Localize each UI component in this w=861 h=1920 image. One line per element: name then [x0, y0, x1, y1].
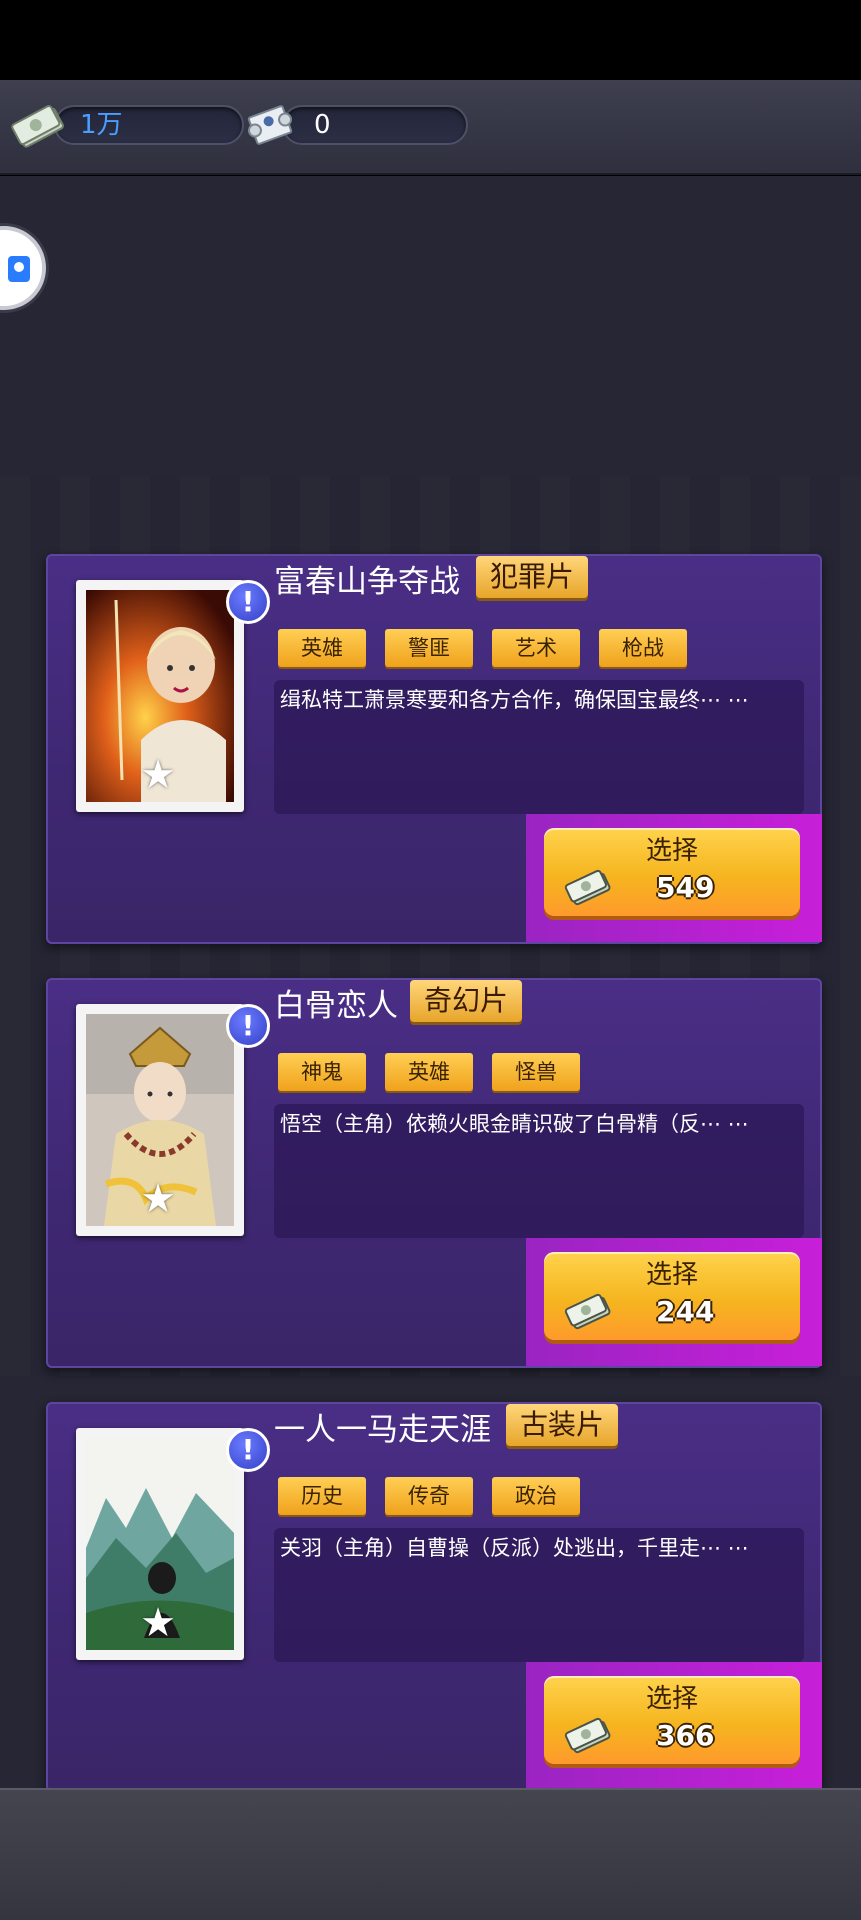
- tag: 英雄: [385, 1053, 473, 1091]
- info-alert-icon[interactable]: !: [226, 1004, 270, 1048]
- select-button[interactable]: 选择 366: [544, 1676, 800, 1764]
- tag: 政治: [492, 1477, 580, 1515]
- star-icon: ★: [140, 752, 176, 798]
- movie-title-row: 一人一马走天涯: [274, 1408, 491, 1452]
- cash-icon: [564, 1717, 611, 1754]
- movie-poster[interactable]: ★ !: [76, 1004, 270, 1236]
- movie-title: 富春山争夺战: [274, 564, 460, 600]
- select-button[interactable]: 选择 549: [544, 828, 800, 916]
- scripts-pill: [282, 105, 468, 145]
- cash-icon: [564, 869, 611, 906]
- movie-description: 悟空（主角）依赖火眼金睛识破了白骨精（反⋯ ⋯: [274, 1104, 804, 1238]
- select-price: 366: [656, 1719, 715, 1752]
- movie-title-row: 白骨恋人: [274, 984, 398, 1028]
- cash-icon: [564, 1293, 611, 1330]
- star-icon: ★: [140, 1176, 176, 1222]
- movie-title: 白骨恋人: [274, 988, 398, 1024]
- genre-badge: 古装片: [506, 1404, 619, 1446]
- select-price: 244: [656, 1295, 715, 1328]
- status-bar: [0, 0, 861, 80]
- select-frame: 选择 244: [526, 1238, 822, 1366]
- movie-select-panel: ★ ! 富春山争夺战 犯罪片 英雄 警匪 艺术 枪战 缉私特工萧景寒要和各方合作…: [0, 176, 861, 1788]
- tag: 艺术: [492, 629, 580, 667]
- resource-bar: 1万 0: [0, 80, 861, 175]
- select-frame: 选择 549: [526, 814, 822, 942]
- tag: 神鬼: [278, 1053, 366, 1091]
- tag: 英雄: [278, 629, 366, 667]
- info-alert-icon[interactable]: !: [226, 1428, 270, 1472]
- movie-description: 缉私特工萧景寒要和各方合作，确保国宝最终⋯ ⋯: [274, 680, 804, 814]
- star-icon: ★: [140, 1600, 176, 1646]
- genre-badge: 奇幻片: [410, 980, 523, 1022]
- movie-title: 一人一马走天涯: [274, 1412, 491, 1448]
- genre-badge: 犯罪片: [476, 556, 589, 598]
- movie-card: ★ ! 一人一马走天涯 古装片 历史 传奇 政治 关羽（主角）自曹操（反派）处逃…: [46, 1402, 822, 1788]
- movie-description: 关羽（主角）自曹操（反派）处逃出，千里走⋯ ⋯: [274, 1528, 804, 1662]
- money-counter: 1万: [11, 105, 244, 148]
- info-alert-icon[interactable]: !: [226, 580, 270, 624]
- movie-card: ★ ! 白骨恋人 奇幻片 神鬼 英雄 怪兽 悟空（主角）依赖火眼金睛识破了白骨精…: [46, 978, 822, 1368]
- select-label: 选择: [645, 836, 698, 866]
- bottom-bar: [0, 1788, 861, 1920]
- select-price: 549: [656, 871, 715, 904]
- side-menu-button[interactable]: [0, 226, 46, 310]
- movie-title-row: 富春山争夺战: [274, 560, 460, 604]
- movie-poster[interactable]: ★ !: [76, 580, 270, 812]
- scripts-counter: 0: [246, 105, 470, 145]
- select-button[interactable]: 选择 244: [544, 1252, 800, 1340]
- select-frame: 选择 366: [526, 1662, 822, 1788]
- tag: 怪兽: [492, 1053, 580, 1091]
- profile-icon: [8, 256, 30, 282]
- tag: 历史: [278, 1477, 366, 1515]
- tag: 警匪: [385, 629, 473, 667]
- scroll-icon: [247, 105, 293, 145]
- select-label: 选择: [645, 1260, 698, 1290]
- scripts-value: 0: [314, 110, 331, 140]
- cash-icon: [11, 105, 64, 148]
- tag: 枪战: [599, 629, 687, 667]
- tag: 传奇: [385, 1477, 473, 1515]
- money-value: 1万: [80, 110, 123, 140]
- movie-card: ★ ! 富春山争夺战 犯罪片 英雄 警匪 艺术 枪战 缉私特工萧景寒要和各方合作…: [46, 554, 822, 944]
- select-label: 选择: [645, 1684, 698, 1714]
- movie-poster[interactable]: ★ !: [76, 1428, 270, 1660]
